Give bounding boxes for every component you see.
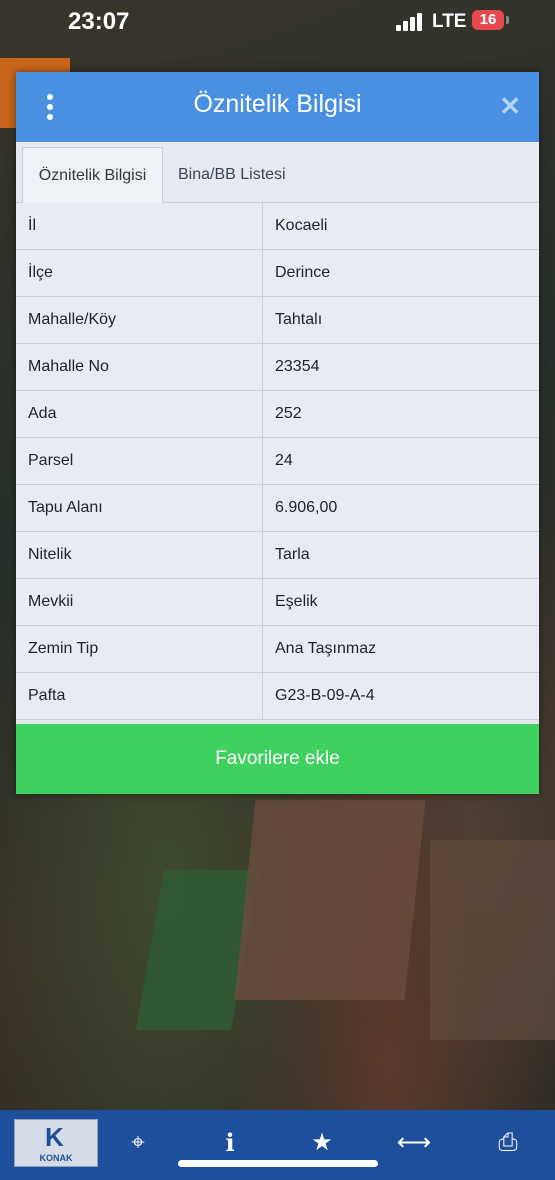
table-row: Zemin Tip Ana Taşınmaz — [16, 625, 539, 673]
row-key: Zemin Tip — [16, 625, 263, 673]
map-field — [234, 800, 426, 1000]
measure-icon[interactable]: ⟷ — [396, 1128, 432, 1158]
close-icon[interactable]: ✕ — [499, 92, 521, 120]
table-row: Nitelik Tarla — [16, 531, 539, 579]
table-row: Ada 252 — [16, 390, 539, 438]
battery-tip — [506, 16, 509, 24]
star-icon[interactable]: ★ — [304, 1128, 340, 1158]
logo-letter: K — [45, 1122, 64, 1152]
table-row: Tapu Alanı 6.906,00 — [16, 484, 539, 532]
row-value: G23-B-09-A-4 — [262, 672, 539, 720]
row-value: 252 — [262, 390, 539, 438]
row-key: Nitelik — [16, 531, 263, 579]
row-key: Mevkii — [16, 578, 263, 626]
dialog-title: Öznitelik Bilgisi — [193, 90, 362, 118]
row-key: İl — [16, 203, 263, 250]
add-to-favorites-button[interactable]: Favorilere ekle — [16, 724, 539, 794]
row-key: Ada — [16, 390, 263, 438]
row-key: Tapu Alanı — [16, 484, 263, 532]
row-key: Parsel — [16, 437, 263, 485]
row-value: Tarla — [262, 531, 539, 579]
row-value: Tahtalı — [262, 296, 539, 344]
table-row: Mevkii Eşelik — [16, 578, 539, 626]
table-row: İl Kocaeli — [16, 203, 539, 250]
battery-icon: 16 — [472, 10, 504, 30]
row-value: 23354 — [262, 343, 539, 391]
print-icon[interactable]: ⎙ — [490, 1128, 526, 1158]
logo-text: KONAK — [39, 1153, 73, 1163]
tab-bar: Öznitelik Bilgisi Bina/BB Listesi — [16, 142, 539, 204]
map-field — [430, 840, 555, 1040]
attribute-table: İl Kocaeli İlçe Derince Mahalle/Köy Tahtalı… — [16, 203, 539, 720]
row-key: Mahalle/Köy — [16, 296, 263, 344]
row-key: İlçe — [16, 249, 263, 297]
row-value: Eşelik — [262, 578, 539, 626]
table-row: Parsel 24 — [16, 437, 539, 485]
attribute-dialog: Öznitelik Bilgisi ✕ Öznitelik Bilgisi Bi… — [16, 72, 539, 794]
row-value: Kocaeli — [262, 203, 539, 250]
network-type: LTE — [432, 11, 467, 32]
signal-icon — [396, 13, 424, 31]
row-value: 24 — [262, 437, 539, 485]
status-time: 23:07 — [68, 8, 130, 35]
dialog-header: Öznitelik Bilgisi ✕ — [16, 72, 539, 142]
table-row: Mahalle No 23354 — [16, 343, 539, 391]
info-icon[interactable]: i — [212, 1128, 248, 1158]
konak-logo[interactable]: K KONAK — [14, 1119, 98, 1167]
tab-building-list[interactable]: Bina/BB Listesi — [178, 147, 286, 202]
home-indicator[interactable] — [178, 1160, 378, 1167]
row-value: 6.906,00 — [262, 484, 539, 532]
bottom-toolbar: K KONAK ⌖ i ★ ⟷ ⎙ — [0, 1110, 555, 1180]
row-value: Ana Taşınmaz — [262, 625, 539, 673]
table-row: Mahalle/Köy Tahtalı — [16, 296, 539, 344]
row-value: Derince — [262, 249, 539, 297]
table-row: Pafta G23-B-09-A-4 — [16, 672, 539, 720]
table-row: İlçe Derince — [16, 249, 539, 297]
crosshair-icon[interactable]: ⌖ — [120, 1128, 156, 1158]
status-bar: 23:07 LTE 16 — [0, 0, 555, 50]
row-key: Mahalle No — [16, 343, 263, 391]
row-key: Pafta — [16, 672, 263, 720]
tab-attribute-info[interactable]: Öznitelik Bilgisi — [22, 147, 163, 204]
